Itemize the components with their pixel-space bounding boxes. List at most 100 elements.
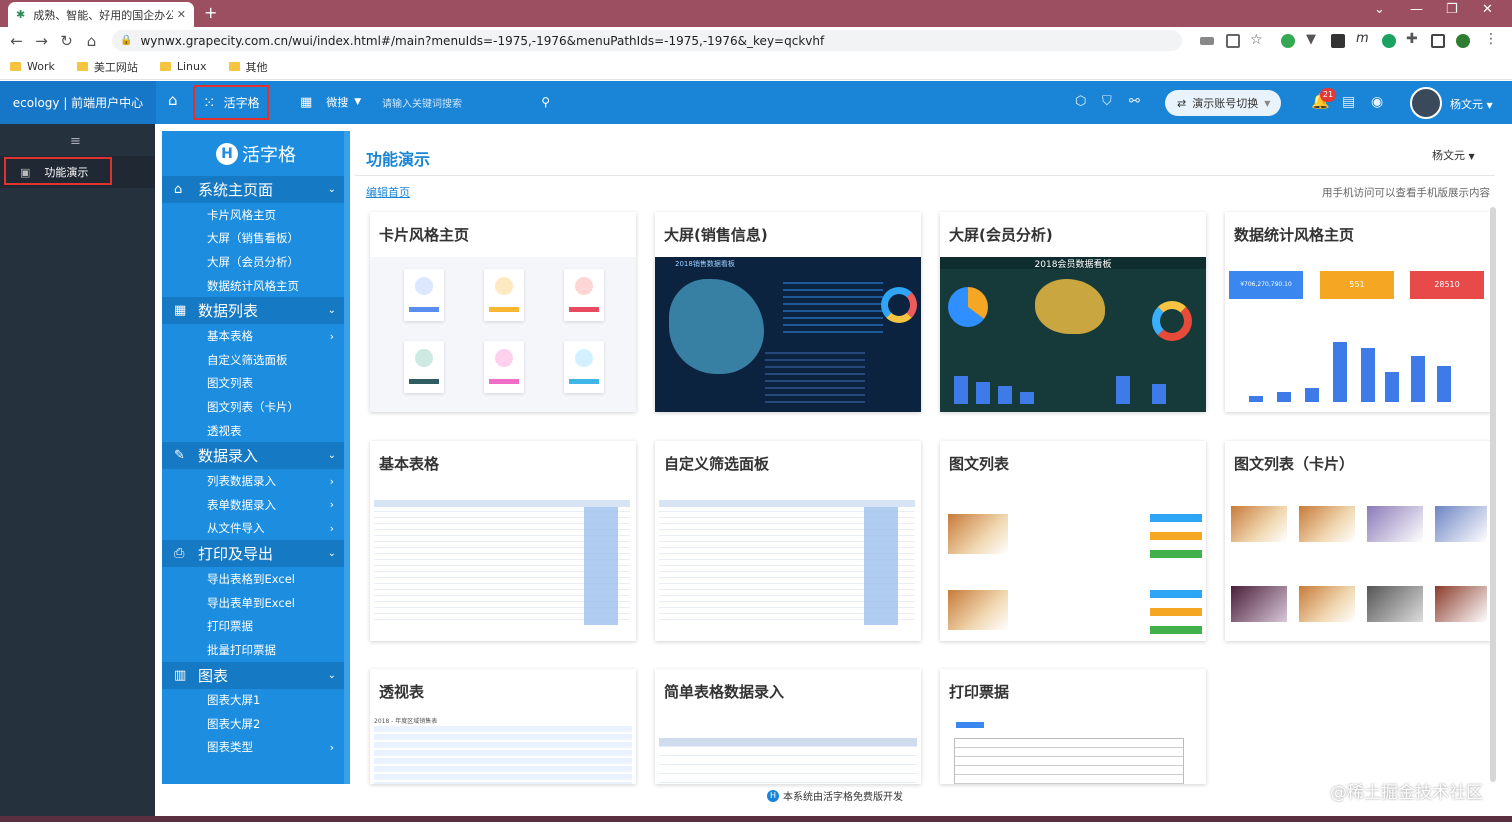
share-icon[interactable] <box>1226 34 1240 48</box>
card-title: 自定义筛选面板 <box>664 455 770 473</box>
side-panel-icon[interactable] <box>1431 34 1445 48</box>
card-basic-table[interactable]: 基本表格 <box>370 441 636 641</box>
tab-search-icon[interactable]: ⌄ <box>1374 2 1385 17</box>
content-user-menu[interactable]: 杨文元 ▼ <box>1432 147 1475 163</box>
card-image-list[interactable]: 图文列表 <box>940 441 1206 641</box>
browser-tab[interactable]: ✱ 成熟、智能、好用的国企办公平 ✕ <box>8 2 194 27</box>
sidebar-item-label: 图文列表 <box>207 376 253 391</box>
sidebar-item[interactable]: 从文件导入 › <box>162 517 350 541</box>
footer: H 本系统由活字格免费版开发 <box>767 788 903 803</box>
user-name-text: 杨文元 <box>1450 98 1483 111</box>
sidebar-group-dataentry[interactable]: ✎ 数据录入 ⌄ <box>162 442 350 470</box>
sidebar-item[interactable]: 图表大屏2 <box>162 712 350 736</box>
browser-menu-icon[interactable]: ⋮ <box>1484 31 1498 47</box>
card-print-ticket[interactable]: 打印票据 <box>940 669 1206 784</box>
forward-icon[interactable]: → <box>29 32 54 50</box>
cube-icon[interactable]: ⬡ <box>1075 94 1086 109</box>
app-home-icon[interactable]: ⌂ <box>168 91 178 109</box>
search-icon[interactable]: ⚲ <box>541 95 550 109</box>
sidebar-item[interactable]: 数据统计风格主页 <box>162 274 350 298</box>
form-icon: ✎ <box>174 448 185 464</box>
bookmark-design[interactable]: 美工网站 <box>76 59 138 75</box>
reload-icon[interactable]: ↻ <box>54 32 79 50</box>
profile-icon[interactable] <box>1456 34 1470 48</box>
extension-v-icon[interactable]: ▼ <box>1306 32 1316 47</box>
card-card-style-home[interactable]: 卡片风格主页 <box>370 212 636 412</box>
watermark: @稀土掘金技术社区 <box>1330 783 1483 803</box>
card-title: 大屏(销售信息) <box>664 226 768 244</box>
table-image <box>765 347 865 405</box>
card-thumbnail <box>655 714 921 784</box>
card-image-card-list[interactable]: 图文列表（卡片） <box>1225 441 1491 641</box>
document-icon[interactable]: ▤ <box>1342 94 1355 110</box>
url-bar[interactable]: 🔒 wynwx.grapecity.com.cn/wui/index.html#… <box>112 30 1182 51</box>
card-simple-table-entry[interactable]: 简单表格数据录入 <box>655 669 921 784</box>
card-custom-filter[interactable]: 自定义筛选面板 <box>655 441 921 641</box>
sidebar-group-print[interactable]: ⎙ 打印及导出 ⌄ <box>162 540 350 568</box>
sidebar-item[interactable]: 透视表 <box>162 419 350 443</box>
huozige-logo-icon: H <box>767 789 779 802</box>
edit-home-link[interactable]: 编辑首页 <box>366 184 410 200</box>
chevron-down-icon: ⌄ <box>327 669 336 681</box>
new-tab-icon[interactable]: + <box>204 3 217 22</box>
sidebar-group-system[interactable]: ⌂ 系统主页面 ⌄ <box>162 176 350 203</box>
card-thumbnail <box>940 486 1206 641</box>
sidebar-item[interactable]: 导出表格到Excel <box>162 567 350 591</box>
org-chart-icon[interactable]: ⚯ <box>1129 94 1140 109</box>
bookmark-other[interactable]: 其他 <box>228 59 268 75</box>
sidebar-item[interactable]: 列表数据录入 › <box>162 469 350 493</box>
table-image <box>783 277 883 335</box>
chat-icon[interactable]: ◉ <box>1371 94 1383 110</box>
extension-square-icon[interactable] <box>1331 34 1345 48</box>
extension-green-icon[interactable] <box>1281 34 1295 48</box>
header-search-input[interactable]: 请输入关键词搜索 ⚲ <box>376 92 556 112</box>
header-user-name[interactable]: 杨文元 ▼ <box>1450 96 1493 112</box>
sidebar-item[interactable]: 图表类型 › <box>162 736 350 760</box>
sidebar-item[interactable]: 图文列表（卡片） <box>162 395 350 419</box>
sidebar-item[interactable]: 大屏（销售看板） <box>162 227 350 251</box>
sidebar-item[interactable]: 打印票据 <box>162 614 350 638</box>
account-switch-button[interactable]: ⇄ 演示账号切换 ▼ <box>1165 90 1281 116</box>
active-app-button[interactable]: ⁙ 活字格 <box>193 85 269 120</box>
sidebar-group-datalist[interactable]: ▦ 数据列表 ⌄ <box>162 297 350 325</box>
app-brand[interactable]: ecology | 前端用户中心 <box>0 81 156 124</box>
sidebar-item[interactable]: 自定义筛选面板 <box>162 348 350 372</box>
workspace-menu[interactable]: ▦ 微搜 ▼ <box>300 94 361 110</box>
sidebar-item[interactable]: 大屏（会员分析） <box>162 250 350 274</box>
sidebar-group-charts[interactable]: ▥ 图表 ⌄ <box>162 661 350 689</box>
bookmark-work[interactable]: Work <box>10 60 55 73</box>
sidebar-item[interactable]: 基本表格 › <box>162 324 350 348</box>
switch-user-icon: ⇄ <box>1177 96 1187 110</box>
menu-toggle-icon[interactable]: ≡ <box>70 134 81 149</box>
content-scrollbar[interactable] <box>1490 207 1496 782</box>
sidebar-scrollbar[interactable] <box>344 131 350 784</box>
sidebar-item[interactable]: 图文列表 <box>162 372 350 396</box>
card-stats-home[interactable]: 数据统计风格主页 ¥706,270,790.10 551 28510 <box>1225 212 1491 412</box>
sidebar-item[interactable]: 图表大屏1 <box>162 689 350 713</box>
avatar[interactable] <box>1410 87 1442 119</box>
extension-leaf-icon[interactable] <box>1382 34 1396 48</box>
shield-icon[interactable]: ⛉ <box>1102 94 1112 109</box>
table-icon: ▦ <box>174 303 187 319</box>
sidebar-item[interactable]: 表单数据录入 › <box>162 493 350 517</box>
sidebar-item[interactable]: 卡片风格主页 <box>162 203 350 227</box>
card-member-board[interactable]: 大屏(会员分析) 2018会员数据看板 <box>940 212 1206 412</box>
restore-icon[interactable]: ❐ <box>1446 2 1458 17</box>
card-title: 基本表格 <box>379 455 440 473</box>
sidebar-item[interactable]: 导出表单到Excel <box>162 591 350 615</box>
home-icon[interactable]: ⌂ <box>79 32 104 50</box>
extensions-puzzle-icon[interactable]: ✚ <box>1406 31 1418 47</box>
card-sales-board[interactable]: 大屏(销售信息) 2018销售数据看板 <box>655 212 921 412</box>
sidebar-item[interactable]: 批量打印票据 <box>162 638 350 662</box>
card-pivot-table[interactable]: 透视表 2018 - 年度区域销售表 <box>370 669 636 784</box>
minimize-icon[interactable]: — <box>1410 2 1423 17</box>
bookmark-linux[interactable]: Linux <box>159 60 207 73</box>
close-tab-icon[interactable]: ✕ <box>177 8 186 21</box>
key-icon[interactable] <box>1200 37 1214 45</box>
back-icon[interactable]: ← <box>4 32 29 50</box>
bookmark-star-icon[interactable]: ☆ <box>1250 32 1263 48</box>
extension-m-icon[interactable]: m <box>1356 31 1369 46</box>
folder-icon <box>76 62 88 71</box>
bookmark-label: Work <box>27 60 55 73</box>
window-close-icon[interactable]: ✕ <box>1482 2 1493 17</box>
